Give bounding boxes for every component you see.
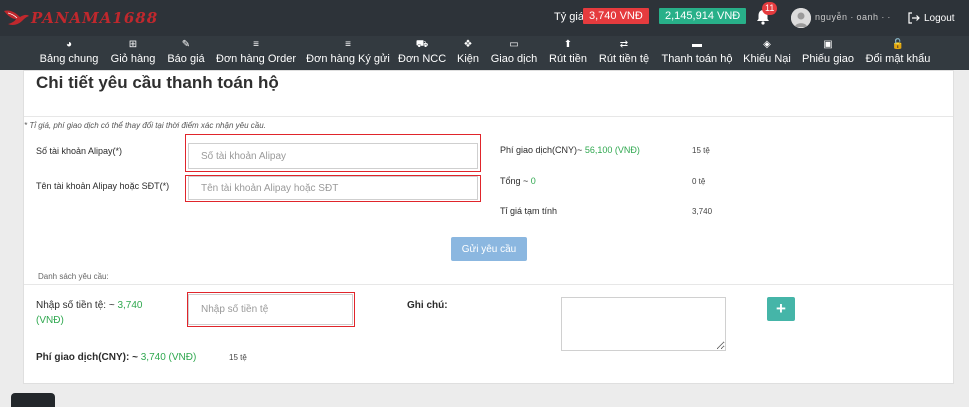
total-summary: Tổng ~ 0 [500, 176, 536, 186]
arrow-up-icon: ⬆ [563, 39, 573, 50]
nav-label: Rút tiền tệ [598, 53, 650, 65]
nav-item-rut-tien[interactable]: ⬆ Rút tiền [548, 36, 588, 70]
nav-item-giao-dich[interactable]: ▭ Giao dịch [490, 36, 538, 70]
brand-name: PANAMA1688 [31, 9, 159, 27]
nav-item-thanh-toan-ho[interactable]: ▬ Thanh toán hộ [660, 36, 734, 70]
logout-label: Logout [924, 12, 955, 24]
phoenix-logo-icon [4, 10, 29, 25]
nav-item-bao-gia[interactable]: ✎ Báo giá [166, 36, 206, 70]
chat-tab[interactable] [11, 393, 55, 407]
nav-item-gio-hang[interactable]: ⊞ Giỏ hàng [109, 36, 157, 70]
top-header: PANAMA1688 Tỷ giá: 3,740 VNĐ 2,145,914 V… [0, 0, 969, 36]
cart-icon: ⊞ [128, 39, 138, 50]
logout-button[interactable]: Logout [907, 9, 955, 27]
payment-request-panel: Chi tiết yêu cầu thanh toán hộ * Tỉ giá,… [23, 70, 954, 384]
unlock-icon: 🔓 [891, 39, 905, 50]
nav-label: Đơn NCC [398, 53, 447, 65]
nav-item-khieu-nai[interactable]: ◈ Khiếu Nại [743, 36, 791, 70]
list-icon: ≡ [253, 39, 259, 50]
nav-label: Thanh toán hộ [661, 53, 733, 65]
username[interactable]: nguyễn ∙ oanh ∙ ∙ [815, 12, 891, 22]
notes-label: Ghi chú: [407, 300, 448, 311]
row-fee-label-text: Phí giao dịch(CNY): ~ [36, 352, 138, 363]
rate-disclaimer: * Tỉ giá, phí giao dịch có thể thay đổi … [24, 121, 266, 130]
total-cny: 0 tệ [692, 177, 706, 186]
nav-label: Kiện [456, 53, 480, 65]
row-fee-rate: 3,740 (VNĐ) [140, 352, 197, 363]
nav-label: Phiếu giao [802, 53, 854, 65]
amount-label-text: Nhập số tiền tệ: ~ [36, 300, 115, 311]
fee-summary-vnd: 56,100 (VNĐ) [584, 145, 640, 155]
credit-card-icon: ▬ [692, 39, 702, 50]
submit-request-button[interactable]: Gửi yêu cầu [451, 237, 527, 261]
brand-logo[interactable]: PANAMA1688 [2, 4, 158, 32]
nav-label: Đơn hàng Order [216, 53, 296, 65]
page-title: Chi tiết yêu cầu thanh toán hộ [36, 73, 279, 92]
main-nav: ◕ Bảng chung ⊞ Giỏ hàng ✎ Báo giá ≡ Đơn … [0, 36, 969, 70]
nav-label: Khiếu Nại [743, 53, 791, 65]
card-icon: ▭ [509, 39, 519, 50]
user-avatar-icon [791, 8, 811, 28]
notification-count-badge: 11 [762, 2, 778, 15]
boxes-icon: ❖ [463, 39, 473, 50]
truck-icon: ⛟ [415, 39, 429, 50]
nav-label: Đơn hàng Ký gửi [306, 53, 390, 65]
avatar[interactable] [791, 8, 811, 28]
divider [24, 116, 953, 117]
nav-item-rut-tien-te[interactable]: ⇄ Rút tiền tệ [598, 36, 650, 70]
nav-label: Bảng chung [39, 53, 99, 65]
nav-label: Đổi mật khẩu [865, 53, 931, 65]
request-list-label: Danh sách yêu cầu: [38, 272, 109, 281]
nav-label: Rút tiền [549, 53, 587, 65]
fee-summary: Phí giao dịch(CNY)~ 56,100 (VNĐ) [500, 145, 640, 155]
alipay-name-input[interactable] [188, 176, 478, 200]
temp-rate-value: 3,740 [692, 207, 713, 216]
list-icon: ≡ [345, 39, 351, 50]
row-fee-value: 15 tệ [229, 353, 247, 362]
nav-label: Giỏ hàng [110, 53, 156, 65]
nav-item-phieu-giao[interactable]: ▣ Phiếu giao [801, 36, 855, 70]
exchange-rate-badge: 3,740 VNĐ [583, 8, 649, 24]
tag-icon: ◈ [763, 39, 771, 50]
add-request-button[interactable]: + [767, 297, 795, 321]
alipay-account-input[interactable] [188, 143, 478, 169]
row-fee-label: Phí giao dịch(CNY): ~ 3,740 (VNĐ) [36, 352, 196, 363]
divider [24, 284, 953, 285]
fee-summary-cny: 15 tệ [692, 146, 710, 155]
logout-icon [908, 12, 920, 24]
amount-input[interactable] [188, 294, 353, 325]
document-icon: ▣ [823, 39, 833, 50]
nav-item-bang-chung[interactable]: ◕ Bảng chung [37, 36, 101, 70]
balance-badge[interactable]: 2,145,914 VNĐ [659, 8, 747, 24]
nav-label: Giao dịch [490, 53, 538, 65]
nav-item-kien[interactable]: ❖ Kiện [455, 36, 481, 70]
alipay-account-label: Số tài khoản Alipay(*) [36, 146, 123, 156]
nav-item-don-hang-ky-gui[interactable]: ≡ Đơn hàng Ký gửi [306, 36, 390, 70]
nav-label: Báo giá [167, 53, 205, 65]
alipay-name-label: Tên tài khoản Alipay hoặc SĐT(*) [36, 181, 170, 191]
total-vnd: 0 [530, 176, 536, 186]
total-label: Tổng ~ [500, 176, 529, 186]
temp-rate-label: Tỉ giá tạm tính [500, 206, 558, 216]
nav-item-doi-mat-khau[interactable]: 🔓 Đổi mật khẩu [864, 36, 932, 70]
quote-icon: ✎ [181, 39, 191, 50]
amount-label: Nhập số tiền tệ: ~ 3,740 (VNĐ) [36, 298, 166, 328]
notes-textarea[interactable] [561, 297, 726, 351]
nav-item-don-ncc[interactable]: ⛟ Đơn NCC [398, 36, 446, 70]
nav-item-don-hang-order[interactable]: ≡ Đơn hàng Order [216, 36, 296, 70]
exchange-icon: ⇄ [619, 39, 629, 50]
dashboard-icon: ◕ [65, 39, 73, 50]
fee-summary-label: Phí giao dịch(CNY)~ [500, 145, 583, 155]
